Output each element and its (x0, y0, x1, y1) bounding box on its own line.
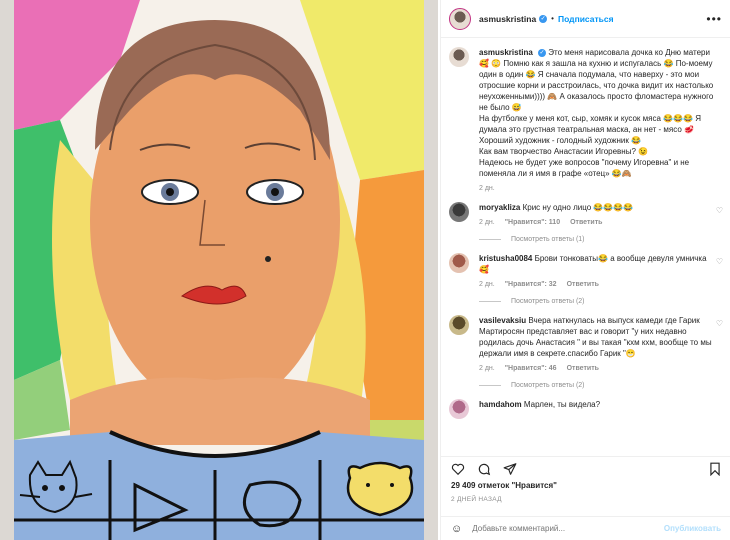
reply-button[interactable]: Ответить (570, 219, 602, 226)
verified-icon: ✓ (539, 14, 548, 23)
caption-line: Хороший художник - голодный художник 😂 (479, 136, 642, 145)
caption-line: 😳 Помню как я зашла на кухню и испугалас… (479, 59, 714, 112)
comment-username[interactable]: kristusha0084 (479, 254, 532, 263)
avatar[interactable] (449, 399, 469, 419)
comment-username[interactable]: hamdahom (479, 400, 522, 409)
follow-button[interactable]: Подписаться (558, 14, 614, 24)
post-image (0, 0, 438, 540)
view-replies-button[interactable]: Посмотреть ответы (2) (479, 298, 716, 305)
view-replies-button[interactable]: Посмотреть ответы (1) (479, 236, 716, 243)
post-side-panel: asmuskristina ✓ • Подписаться ••• asmusk… (440, 0, 730, 540)
avatar[interactable] (449, 47, 469, 67)
caption-line: Надеюсь не будет уже вопросов "почему Иг… (479, 158, 690, 178)
publish-button[interactable]: Опубликовать (664, 524, 721, 533)
comment-likes[interactable]: "Нравится": 46 (505, 365, 557, 372)
comment-time: 2 дн. (479, 219, 495, 226)
caption-username[interactable]: asmuskristina (479, 48, 533, 57)
verified-icon: ✓ (538, 48, 547, 57)
reply-button[interactable]: Ответить (567, 281, 599, 288)
comment-text: Марлен, ты видела? (523, 400, 601, 409)
caption-line: Как вам творчество Анастасии Игоревны? 😉 (479, 147, 649, 156)
comment-item: kristusha0084 Брови тонковаты😂 а вообще … (449, 243, 723, 305)
heart-icon[interactable] (451, 462, 465, 476)
child-drawing (0, 0, 438, 540)
comment-item: vasilevaksiu Вчера наткнулась на выпуск … (449, 305, 723, 389)
add-comment-bar: ☺ Опубликовать (441, 516, 730, 540)
avatar[interactable] (449, 202, 469, 222)
comment-like-icon[interactable]: ♡ (716, 202, 723, 243)
comment-item: hamdahom Марлен, ты видела? (449, 389, 723, 419)
view-replies-label: Посмотреть ответы (1) (511, 236, 585, 243)
bookmark-icon[interactable] (709, 462, 721, 476)
view-replies-button[interactable]: Посмотреть ответы (2) (479, 382, 716, 389)
comment-like-icon[interactable]: ♡ (716, 253, 723, 305)
share-icon[interactable] (503, 462, 517, 476)
comment-like-icon[interactable]: ♡ (716, 315, 723, 389)
separator-dot: • (551, 14, 554, 23)
comment-time: 2 дн. (479, 281, 495, 288)
more-icon[interactable]: ••• (706, 12, 722, 26)
replies-divider (479, 239, 501, 240)
view-replies-label: Посмотреть ответы (2) (511, 382, 585, 389)
caption-time: 2 дн. (479, 185, 495, 192)
add-comment-input[interactable] (472, 524, 653, 533)
comment-text: Крис ну одно лицо 😂😂😂😂 (522, 203, 634, 212)
post-actions (441, 456, 730, 476)
smile-icon[interactable]: ☺ (451, 523, 462, 535)
caption-line: На футболке у меня кот, сыр, хомяк и кус… (479, 114, 702, 134)
comment-icon[interactable] (477, 462, 491, 476)
replies-divider (479, 301, 501, 302)
comment-time: 2 дн. (479, 365, 495, 372)
replies-divider (479, 385, 501, 386)
post-header: asmuskristina ✓ • Подписаться ••• (441, 0, 730, 38)
comment-likes[interactable]: "Нравится": 32 (505, 281, 557, 288)
avatar[interactable] (449, 253, 469, 273)
comments-list[interactable]: asmuskristina ✓ Это меня нарисовала дочк… (441, 39, 730, 451)
comment-item: moryakliza Крис ну одно лицо 😂😂😂😂 2 дн. … (449, 192, 723, 243)
reply-button[interactable]: Ответить (567, 365, 599, 372)
post-caption: asmuskristina ✓ Это меня нарисовала дочк… (449, 39, 723, 192)
comment-username[interactable]: moryakliza (479, 203, 520, 212)
avatar[interactable] (449, 7, 471, 30)
comment-likes[interactable]: "Нравится": 110 (505, 219, 560, 226)
post-author-username[interactable]: asmuskristina (479, 14, 536, 24)
post-date: 2 ДНЕЙ НАЗАД (451, 496, 502, 503)
view-replies-label: Посмотреть ответы (2) (511, 298, 585, 305)
likes-count[interactable]: 29 409 отметок "Нравится" (451, 481, 557, 490)
comment-username[interactable]: vasilevaksiu (479, 316, 526, 325)
avatar[interactable] (449, 315, 469, 335)
